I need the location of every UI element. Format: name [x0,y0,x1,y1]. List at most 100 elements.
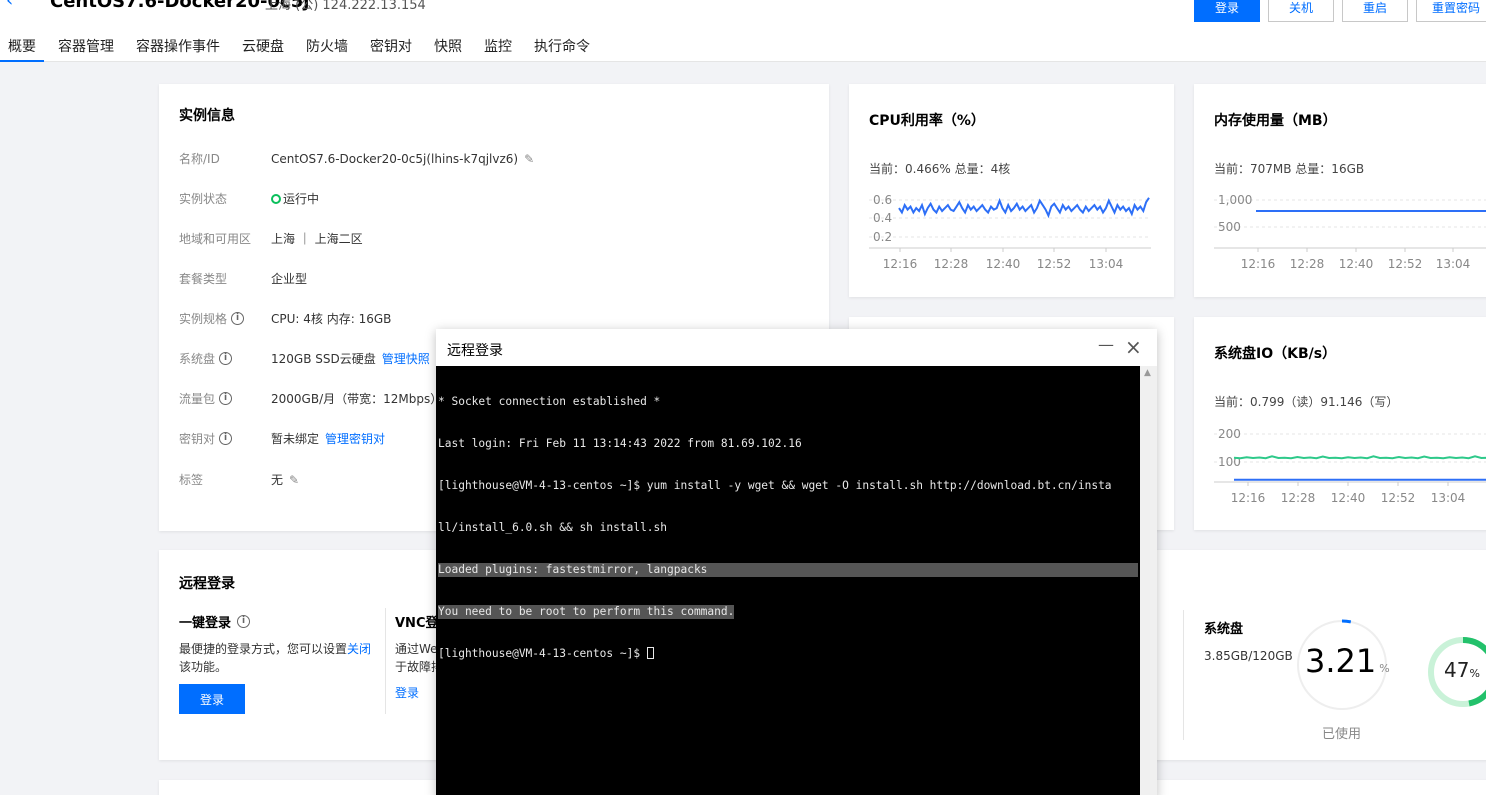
y-tick-label: 1,000 [1218,193,1252,207]
row-value: CPU: 4核 内存: 16GB [271,312,392,326]
vnc-login-link[interactable]: 登录 [395,684,419,701]
memory-summary: 当前：707MB 总量：16GB [1214,162,1365,176]
terminal-line: Last login: Fri Feb 11 13:14:43 2022 fro… [438,437,802,450]
cpu-chart: 0.6 0.4 0.2 12:16 12:28 12:40 12:52 13:04 [869,193,1151,271]
chevron-left-icon[interactable]: ‹ [6,0,20,11]
disk-percent-value: 3.21 [1305,642,1377,680]
row-region: 地域和可用区 上海 ｜ 上海二区 [179,230,363,247]
y-tick-label: 200 [1218,427,1241,441]
reboot-button[interactable]: 重启 [1342,0,1408,22]
row-traffic: 流量包 i 2000GB/月（带宽：12Mbps） [179,390,442,407]
x-tick-label: 12:52 [1037,257,1072,271]
row-label: 标签 [179,473,204,487]
disk-io-chart: 20010012:16 12:28 12:40 12:52 13:04 [1214,427,1486,505]
tab-run-command[interactable]: 执行命令 [526,36,598,62]
info-icon[interactable]: i [231,312,245,325]
shutdown-button[interactable]: 关机 [1268,0,1334,22]
info-icon[interactable]: i [219,432,233,445]
row-label: 实例状态 [179,192,228,206]
terminal-line-highlighted: Loaded plugins: fastestmirror, langpacks [438,563,1138,577]
tab-monitor[interactable]: 监控 [476,36,520,62]
row-keypair: 密钥对 i 暂未绑定 管理密钥对 [179,430,385,447]
info-icon[interactable]: i [219,392,233,405]
row-plan: 套餐类型 企业型 [179,270,307,287]
disk-used-label: 已使用 [1322,727,1362,742]
memory-title: 内存使用量（MB） [1214,113,1337,129]
row-value: 企业型 [271,272,308,286]
row-value: CentOS7.6-Docker20-0c5j(lhins-k7qjlvz6) [271,151,519,166]
cpu-summary: 当前：0.466% 总量：4核 [869,162,1011,176]
close-icon[interactable]: × [1125,335,1142,359]
tab-bar: 概要 容器管理 容器操作事件 云硬盘 防火墙 密钥对 快照 监控 执行命令 [0,36,604,62]
row-value: 运行中 [283,192,320,206]
remote-login-title: 远程登录 [179,576,235,592]
row-tags: 标签 无 ✎ [179,471,299,488]
row-status: 实例状态 运行中 [179,190,319,207]
x-tick-label: 13:04 [1089,257,1124,271]
scroll-up-icon[interactable]: ▲ [1144,368,1151,378]
terminal-line: * Socket connection established * [438,395,661,408]
login-button[interactable]: 登录 [1194,0,1260,22]
disk-percent-unit: % [1379,662,1390,675]
tab-overview[interactable]: 概要 [0,36,44,62]
row-label: 实例规格 [179,312,228,326]
terminal-prompt: [lighthouse@VM-4-13-centos ~]$ [438,647,647,660]
tab-cloud-disk[interactable]: 云硬盘 [234,36,292,62]
x-tick-label: 12:16 [1241,257,1276,271]
row-value: 上海 ｜ 上海二区 [271,232,363,246]
edit-icon[interactable]: ✎ [524,152,534,166]
row-label: 地域和可用区 [179,232,252,246]
desc-end-text: 该功能。 [179,660,228,674]
manage-snapshot-link[interactable]: 管理快照 [382,350,430,367]
cpu-card: CPU利用率（%） 当前：0.466% 总量：4核 0.6 0.4 0.2 12:16… [849,84,1174,297]
disk-io-summary: 当前：0.799（读）91.146（写） [1214,395,1399,409]
manage-keypair-link[interactable]: 管理密钥对 [325,430,385,447]
disk-usage-arc [1341,619,1352,624]
series-line [1233,455,1486,460]
edit-icon[interactable]: ✎ [289,473,299,487]
row-label: 密钥对 [179,432,216,446]
tab-containers[interactable]: 容器管理 [50,36,122,62]
x-tick-label: 12:16 [1231,491,1266,505]
one-click-login-button[interactable]: 登录 [179,684,245,714]
cpu-title: CPU利用率（%） [869,113,985,129]
row-value: 2000GB/月（带宽：12Mbps） [271,392,443,406]
disable-link[interactable]: 关闭 [347,642,371,656]
terminal-line: ll/install_6.0.sh && sh install.sh [438,521,668,534]
vnc-desc-text: 通过We [395,642,438,656]
one-click-login-heading: 一键登录 i [179,612,251,631]
y-tick-label: 0.6 [873,193,892,207]
terminal-line: [lighthouse@VM-4-13-centos ~]$ yum insta… [438,479,1112,492]
tab-firewall[interactable]: 防火墙 [298,36,356,62]
row-spec: 实例规格 i CPU: 4核 内存: 16GB [179,310,391,327]
terminal-scrollbar[interactable]: ▲ [1140,366,1157,795]
disk-percent: 3.21 % [1305,642,1390,680]
reset-password-button[interactable]: 重置密码 [1416,0,1486,22]
x-tick-label: 12:40 [1331,491,1366,505]
row-value: 无 [271,473,284,487]
info-icon[interactable]: i [237,615,251,628]
y-tick-label: 0.2 [873,230,892,244]
y-tick-label: 500 [1218,220,1241,234]
terminal[interactable]: * Socket connection established * Last l… [436,366,1140,795]
x-tick-label: 12:28 [1290,257,1325,271]
dialog-title: 远程登录 [447,343,503,359]
minimize-icon[interactable]: — [1098,335,1114,354]
tab-container-events[interactable]: 容器操作事件 [128,36,228,62]
row-label: 套餐类型 [179,272,228,286]
info-icon[interactable]: i [219,352,233,365]
one-click-login-title: 一键登录 [179,616,232,631]
divider [1183,610,1184,740]
x-tick-label: 12:28 [1281,491,1316,505]
running-status-icon [271,193,281,204]
system-disk-title: 系统盘 [1204,622,1244,637]
x-tick-label: 13:04 [1436,257,1471,271]
x-tick-label: 12:28 [934,257,969,271]
row-value: 暂未绑定 [271,432,320,446]
tab-keypair[interactable]: 密钥对 [362,36,420,62]
row-value: 120GB SSD云硬盘 [271,352,376,366]
tab-snapshot[interactable]: 快照 [426,36,470,62]
x-tick-label: 12:52 [1381,491,1416,505]
x-tick-label: 12:16 [883,257,918,271]
system-disk-usage: 3.85GB/120GB [1204,649,1293,663]
